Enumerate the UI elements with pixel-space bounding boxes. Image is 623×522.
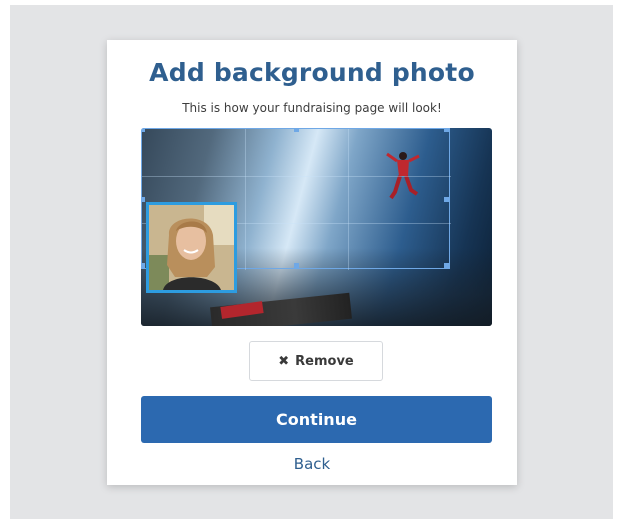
crop-handle-bm[interactable] [294, 263, 299, 268]
background-photo-preview [141, 128, 492, 326]
crop-handle-ml[interactable] [141, 197, 145, 202]
crop-handle-tm[interactable] [294, 128, 299, 132]
close-icon: ✖ [278, 353, 290, 369]
add-background-photo-dialog: Add background photo This is how your fu… [107, 40, 517, 485]
back-link[interactable]: Back [107, 455, 517, 473]
crop-handle-tr[interactable] [444, 128, 449, 132]
profile-photo-image [149, 205, 234, 290]
continue-button-label: Continue [276, 410, 357, 429]
dialog-title: Add background photo [149, 58, 475, 87]
dialog-subtitle: This is how your fundraising page will l… [182, 101, 442, 115]
crop-handle-bl[interactable] [141, 263, 145, 268]
crop-handle-mr[interactable] [444, 197, 449, 202]
remove-button-label: Remove [295, 353, 354, 369]
profile-photo [146, 202, 237, 293]
crop-handle-br[interactable] [444, 263, 449, 268]
continue-button[interactable]: Continue [141, 396, 492, 443]
remove-button[interactable]: ✖ Remove [249, 341, 383, 381]
crop-handle-tl[interactable] [141, 128, 145, 132]
